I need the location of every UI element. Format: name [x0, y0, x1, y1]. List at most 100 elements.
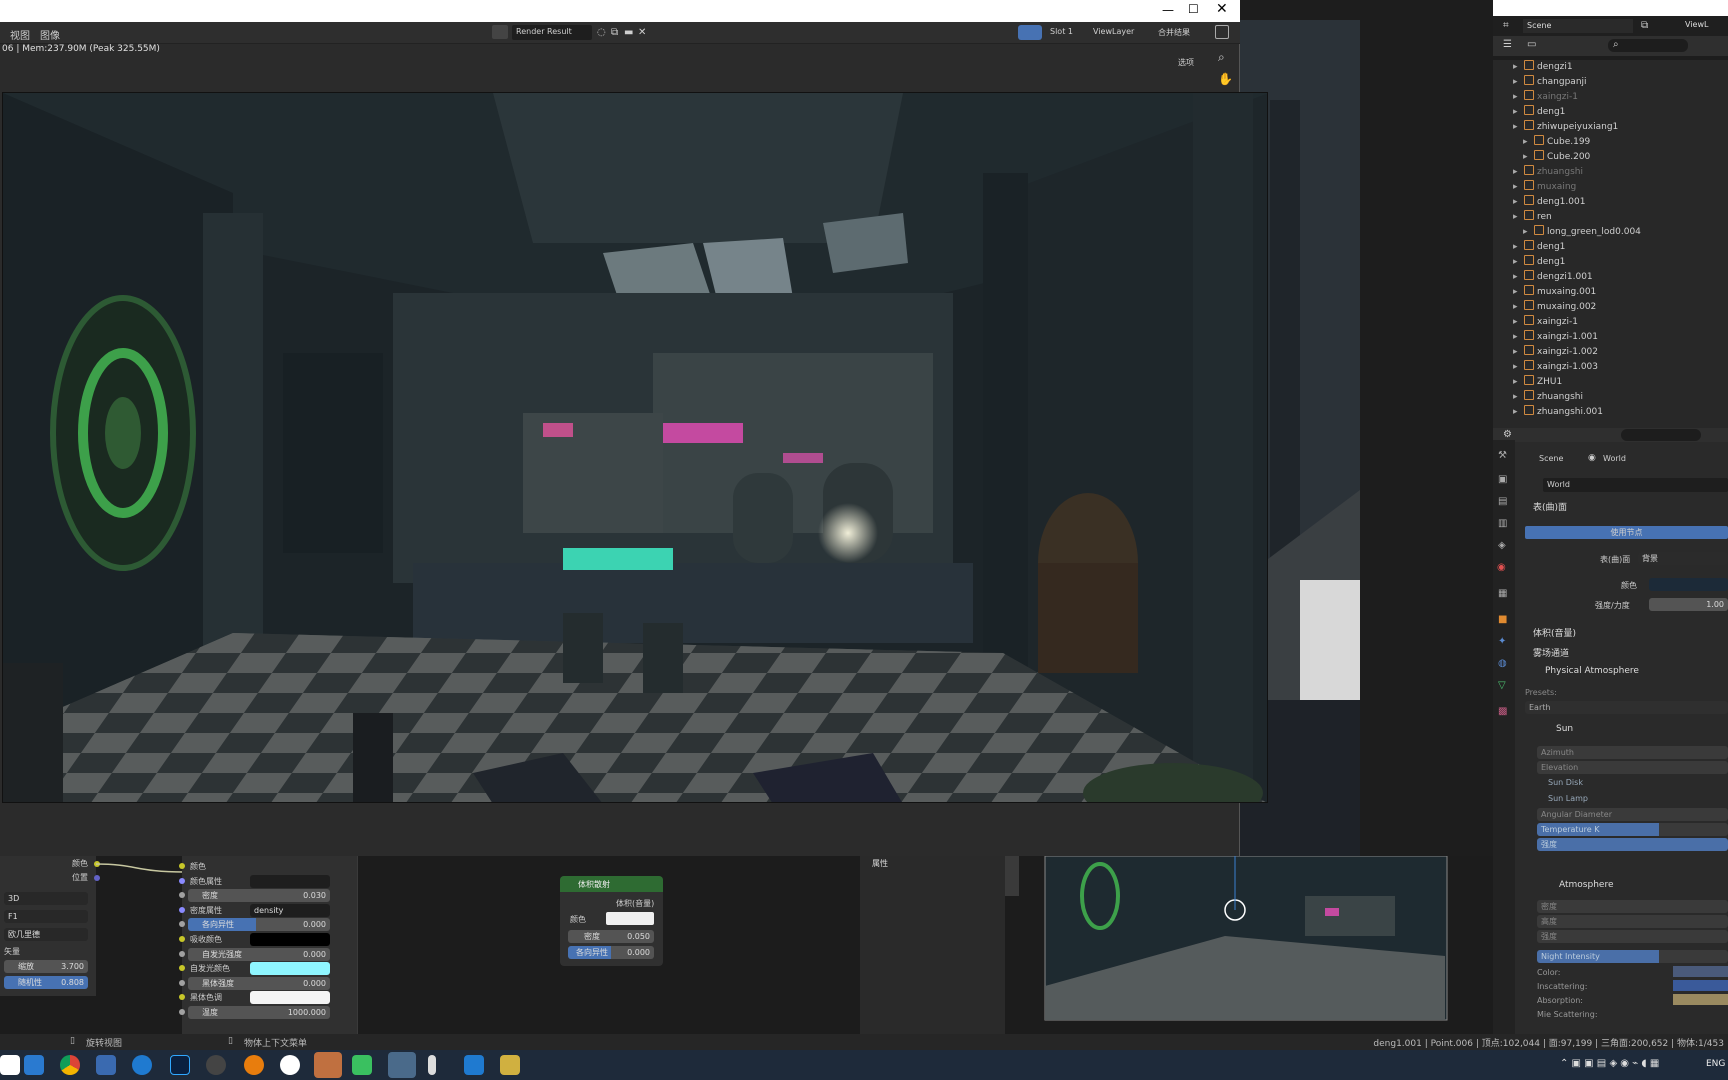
expand-icon[interactable]: ▸	[1513, 197, 1521, 207]
app-icon-2[interactable]	[96, 1055, 116, 1075]
texture-tab-icon[interactable]: ▩	[1498, 706, 1507, 717]
input-socket[interactable]	[179, 863, 185, 869]
outliner-item[interactable]: ▸ zhuangshi	[1493, 165, 1583, 180]
microphone-icon[interactable]	[428, 1055, 436, 1075]
outliner-item[interactable]: ▸ xaingzi-1.003	[1493, 360, 1598, 375]
volume-value-field[interactable]: 温度 1000.000	[188, 1006, 330, 1019]
copy-icon[interactable]: ⧉	[611, 27, 618, 38]
collection-tab-icon[interactable]: ▦	[1498, 588, 1507, 599]
dimensions-dropdown[interactable]: 3D	[4, 892, 88, 905]
vs-color-swatch[interactable]	[606, 912, 654, 925]
input-socket[interactable]	[179, 1009, 185, 1015]
render-result-image[interactable]	[2, 92, 1268, 803]
edge-icon[interactable]	[132, 1055, 152, 1075]
viewlayer-tab-icon[interactable]: ▥	[1498, 518, 1507, 529]
new-scene-icon[interactable]: ⧉	[1641, 20, 1648, 31]
expand-icon[interactable]: ▸	[1513, 347, 1521, 357]
outliner-item[interactable]: ▸ xaingzi-1.002	[1493, 345, 1598, 360]
object-tab-icon[interactable]: ■	[1498, 614, 1507, 625]
scene-tab-icon[interactable]: ◈	[1498, 540, 1506, 551]
outliner-item[interactable]: ▸ deng1	[1493, 240, 1565, 255]
volume-value-field[interactable]: 黑体强度 0.000	[188, 976, 330, 990]
expand-icon[interactable]: ▸	[1513, 212, 1521, 222]
expand-icon[interactable]: ▸	[1513, 92, 1521, 102]
outliner-item[interactable]: ▸ Cube.199	[1493, 135, 1590, 150]
input-socket[interactable]	[179, 965, 185, 972]
menu-view[interactable]: 视图	[10, 27, 30, 42]
outliner-item[interactable]: ▸ long_green_lod0.004	[1493, 225, 1641, 240]
input-socket[interactable]	[179, 921, 185, 928]
expand-icon[interactable]: ▸	[1513, 167, 1521, 177]
input-socket[interactable]	[179, 906, 185, 913]
expand-icon[interactable]: ▸	[1513, 362, 1521, 372]
light-path-panel[interactable]: 雾场通道	[1533, 646, 1569, 659]
scale-field[interactable]: 缩放 3.700	[4, 960, 88, 973]
expand-icon[interactable]: ▸	[1513, 62, 1521, 72]
menu-image[interactable]: 图像	[40, 27, 60, 42]
intensity-field[interactable]: 强度	[1537, 838, 1728, 851]
minimize-icon[interactable]: —	[1162, 3, 1174, 17]
expand-icon[interactable]: ▸	[1513, 242, 1521, 252]
temperature-field[interactable]: Temperature K	[1537, 823, 1728, 836]
expand-icon[interactable]: ▸	[1513, 272, 1521, 282]
strength-field[interactable]: 1.00	[1649, 598, 1728, 611]
outliner-item[interactable]: ▸ deng1.001	[1493, 195, 1585, 210]
outliner-item[interactable]: ▸ ren	[1493, 210, 1552, 225]
outliner-type-icon[interactable]: ☰	[1503, 39, 1512, 50]
app-icon-4[interactable]	[280, 1055, 300, 1075]
air-density-field[interactable]: 密度	[1537, 900, 1728, 913]
surface-panel[interactable]: 表(曲)面	[1533, 500, 1567, 513]
expand-icon[interactable]: ▸	[1513, 182, 1521, 192]
modifier-tab-icon[interactable]: ✦	[1498, 636, 1506, 647]
sun-disk-checkbox[interactable]: Sun Disk	[1548, 778, 1583, 787]
app-icon-7[interactable]	[464, 1055, 484, 1075]
input-socket[interactable]	[179, 892, 185, 899]
expand-icon[interactable]: ▸	[1523, 152, 1531, 162]
viewlayer-dropdown[interactable]: ViewLayer	[1093, 27, 1134, 36]
render-tab-icon[interactable]: ▣	[1498, 474, 1507, 485]
hand-icon[interactable]: ✋	[1218, 72, 1233, 86]
blender-icon[interactable]	[244, 1055, 264, 1075]
angular-diameter-field[interactable]: Angular Diameter	[1537, 808, 1728, 821]
app-icon-6[interactable]	[388, 1052, 416, 1078]
expand-icon[interactable]: ▸	[1513, 317, 1521, 327]
outliner-item[interactable]: ▸ muxaing.002	[1493, 300, 1596, 315]
expand-icon[interactable]: ▸	[1513, 302, 1521, 312]
outliner-item[interactable]: ▸ zhuangshi.001	[1493, 405, 1603, 420]
slot-dropdown[interactable]: Slot 1	[1050, 27, 1073, 36]
vs-density-field[interactable]: 密度 0.050	[568, 930, 654, 943]
volume-scatter-node[interactable]: 体积散射 体积(音量) 颜色 密度 0.050 各向异性 0.000	[560, 876, 663, 966]
physics-tab-icon[interactable]: ◍	[1498, 658, 1507, 669]
principled-volume-node[interactable]: 颜色 颜色属性 密度 0.030 密度属性 density 各向异性 0.000 吸收颜色 自发光…	[179, 856, 358, 1036]
editor-type-icon[interactable]	[1215, 25, 1229, 39]
dust-density-field[interactable]: 高度	[1537, 915, 1728, 928]
inscattering-swatch[interactable]	[1673, 980, 1728, 991]
volume-row-value[interactable]	[250, 991, 330, 1005]
tray-icons[interactable]: ⌃ ▣ ▣ ▤ ◈ ◉ ⌁ ◖ ▦	[1560, 1058, 1659, 1069]
volume-value-field[interactable]: 密度 0.030	[188, 889, 330, 903]
physical-atmosphere-panel[interactable]: Physical Atmosphere	[1545, 666, 1639, 676]
outliner-item[interactable]: ▸ dengzi1	[1493, 60, 1573, 75]
attributes-panel[interactable]: 属性	[872, 858, 888, 869]
world-tab-icon[interactable]: ◉	[1497, 562, 1506, 573]
blender-render-icon[interactable]	[314, 1052, 342, 1078]
outliner-item[interactable]: ▸ muxaing.001	[1493, 285, 1596, 300]
zoom-icon[interactable]: ⌕	[1218, 50, 1225, 65]
scene-icon[interactable]: ⌗	[1503, 20, 1509, 31]
color-swatch[interactable]	[1673, 966, 1728, 977]
scene-field[interactable]: Scene	[1523, 19, 1633, 33]
input-socket[interactable]	[179, 950, 185, 957]
ozone-density-field[interactable]: 强度	[1537, 930, 1728, 943]
outliner-item[interactable]: ▸ zhuangshi	[1493, 390, 1583, 405]
expand-icon[interactable]: ▸	[1513, 332, 1521, 342]
expand-icon[interactable]: ▸	[1523, 227, 1531, 237]
maximize-icon[interactable]: ☐	[1188, 2, 1199, 16]
properties-type-icon[interactable]: ⚙	[1503, 429, 1512, 440]
expand-icon[interactable]: ▸	[1513, 107, 1521, 117]
app-icon-8[interactable]	[500, 1055, 520, 1075]
expand-icon[interactable]: ▸	[1513, 407, 1521, 417]
app-icon-1[interactable]	[24, 1055, 44, 1075]
expand-icon[interactable]: ▸	[1513, 287, 1521, 297]
volume-row-value[interactable]	[250, 874, 330, 888]
azimuth-field[interactable]: Azimuth	[1537, 746, 1728, 759]
